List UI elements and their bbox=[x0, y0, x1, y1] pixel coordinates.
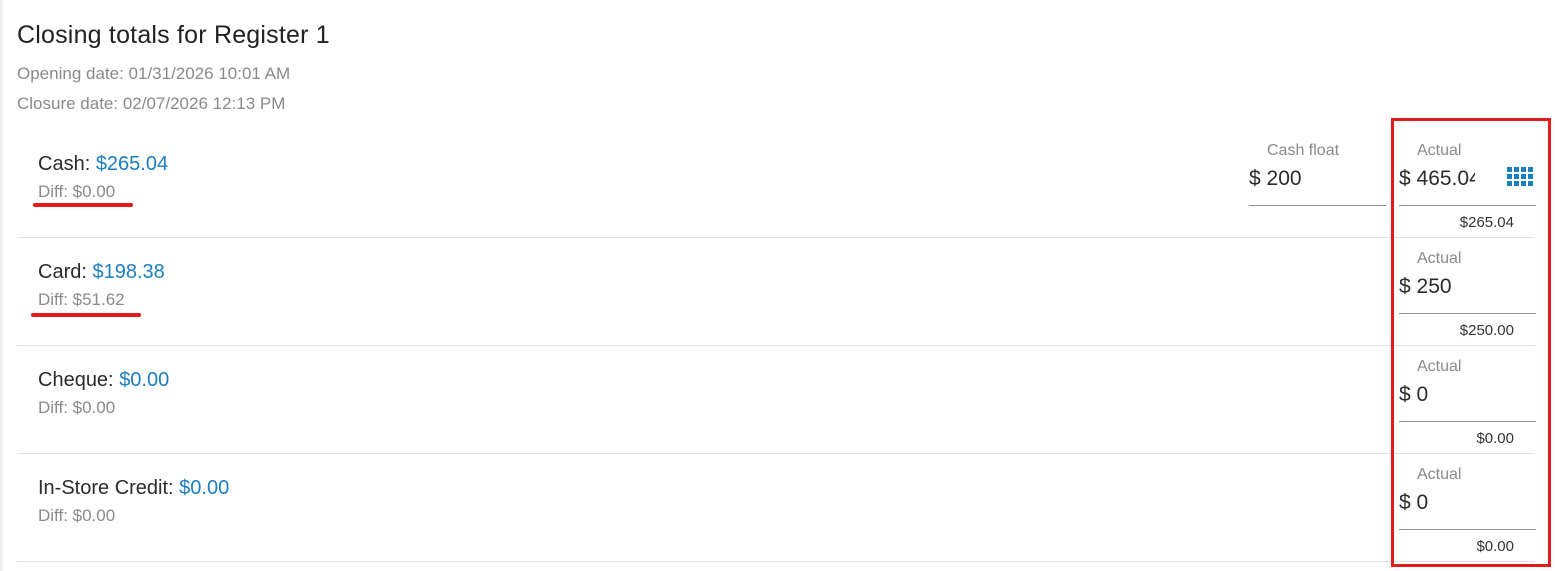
panel-edge-shadow bbox=[0, 0, 4, 571]
actual-input-cheque[interactable]: $ 0 bbox=[1399, 383, 1519, 407]
payment-amount: $0.00 bbox=[179, 477, 230, 499]
actual-label: Actual bbox=[1417, 466, 1462, 483]
diff-annotation-underline bbox=[33, 203, 133, 207]
actual-underline bbox=[1399, 205, 1536, 206]
payment-name: Cheque: bbox=[38, 369, 114, 391]
payment-row-cash: Cash: $265.04 Diff: $0.00 Cash float $ 2… bbox=[17, 130, 1536, 238]
actual-input-card[interactable]: $ 250 bbox=[1399, 275, 1519, 299]
payment-name: In-Store Credit: bbox=[38, 477, 174, 499]
actual-sub-amount: $265.04 bbox=[1459, 214, 1514, 231]
payment-diff: Diff: $0.00 bbox=[38, 182, 116, 201]
payment-row-in-store-credit: In-Store Credit: $0.00 Diff: $0.00 Actua… bbox=[17, 454, 1536, 562]
cash-float-input[interactable]: $ 200 bbox=[1249, 167, 1379, 191]
payment-amount: $198.38 bbox=[92, 261, 165, 283]
actual-input-cash[interactable]: $ 465.04 bbox=[1399, 167, 1475, 191]
payment-amount: $265.04 bbox=[95, 153, 169, 175]
payment-row-cheque: Cheque: $0.00 Diff: $0.00 Actual $ 0 $0.… bbox=[17, 346, 1536, 454]
payment-row-card: Card: $198.38 Diff: $51.62 Actual $ 250 … bbox=[17, 238, 1536, 346]
payment-amount: $0.00 bbox=[119, 369, 170, 391]
payment-label-cash: Cash: $265.04 bbox=[38, 153, 168, 176]
payment-diff: Diff: $0.00 bbox=[38, 398, 116, 417]
cash-float-label: Cash float bbox=[1267, 142, 1340, 159]
diff-annotation-underline bbox=[31, 313, 141, 317]
actual-sub-amount: $250.00 bbox=[1459, 322, 1514, 339]
actual-underline bbox=[1399, 313, 1536, 314]
actual-label: Actual bbox=[1417, 250, 1462, 267]
payment-diff: Diff: $0.00 bbox=[38, 506, 116, 525]
actual-underline bbox=[1399, 529, 1536, 530]
payment-label-card: Card: $198.38 bbox=[38, 261, 165, 284]
closure-date: Closure date: 02/07/2026 12:13 PM bbox=[17, 94, 286, 113]
payment-name: Cash: bbox=[38, 153, 91, 175]
actual-label: Actual bbox=[1417, 142, 1462, 159]
actual-sub-amount: $0.00 bbox=[1476, 430, 1514, 447]
payment-diff: Diff: $51.62 bbox=[38, 290, 125, 309]
payment-label-in-store-credit: In-Store Credit: $0.00 bbox=[38, 477, 229, 500]
actual-sub-amount: $0.00 bbox=[1476, 538, 1514, 555]
page-title: Closing totals for Register 1 bbox=[17, 21, 330, 49]
actual-input-in-store-credit[interactable]: $ 0 bbox=[1399, 491, 1519, 515]
keypad-grid-icon[interactable] bbox=[1507, 167, 1533, 187]
payment-label-cheque: Cheque: $0.00 bbox=[38, 369, 169, 392]
payment-name: Card: bbox=[38, 261, 87, 283]
actual-label: Actual bbox=[1417, 358, 1462, 375]
opening-date: Opening date: 01/31/2026 10:01 AM bbox=[17, 64, 291, 83]
cash-float-underline bbox=[1249, 205, 1386, 206]
actual-underline bbox=[1399, 421, 1536, 422]
